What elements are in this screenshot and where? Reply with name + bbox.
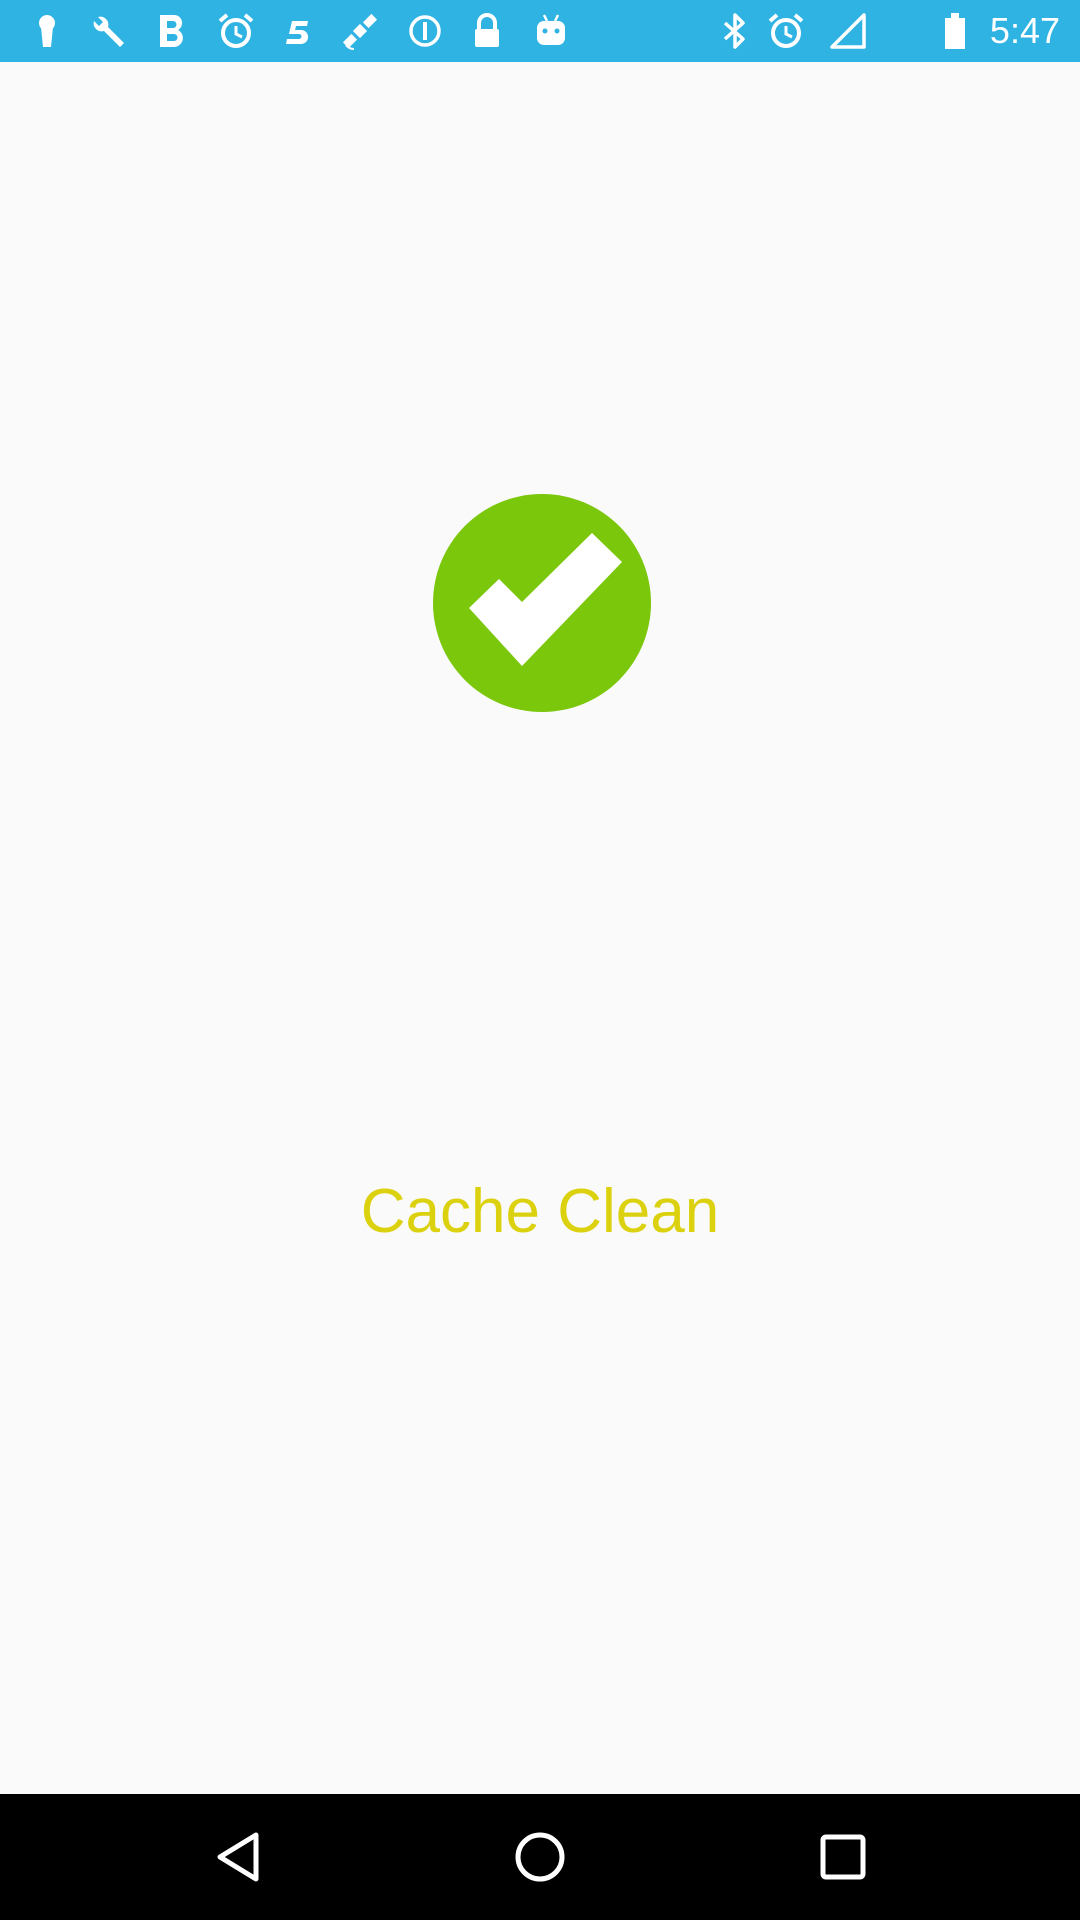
battery-icon xyxy=(935,11,975,51)
five-icon xyxy=(278,11,318,51)
bluetooth-icon xyxy=(715,11,755,51)
status-bar: 5:47 xyxy=(0,0,1080,62)
info-circle-icon xyxy=(405,11,445,51)
signal-icon xyxy=(828,11,868,51)
keyhole-icon xyxy=(27,11,67,51)
navigation-bar xyxy=(0,1794,1080,1920)
alarm-icon xyxy=(766,11,806,51)
recents-icon[interactable] xyxy=(813,1827,873,1887)
status-bar-clock: 5:47 xyxy=(989,10,1060,51)
fake-gps-satellite-icon xyxy=(340,11,380,51)
wrench-icon xyxy=(88,11,128,51)
check-circle-icon xyxy=(433,494,651,712)
cache-clean-screen: Cache Clean xyxy=(0,62,1080,1794)
back-icon[interactable] xyxy=(208,1827,268,1887)
android-icon xyxy=(531,11,571,51)
alarm-icon xyxy=(216,11,256,51)
bold-b-icon xyxy=(152,11,192,51)
home-icon[interactable] xyxy=(510,1827,570,1887)
lock-icon xyxy=(467,11,507,51)
cache-clean-message: Cache Clean xyxy=(360,1177,720,1246)
